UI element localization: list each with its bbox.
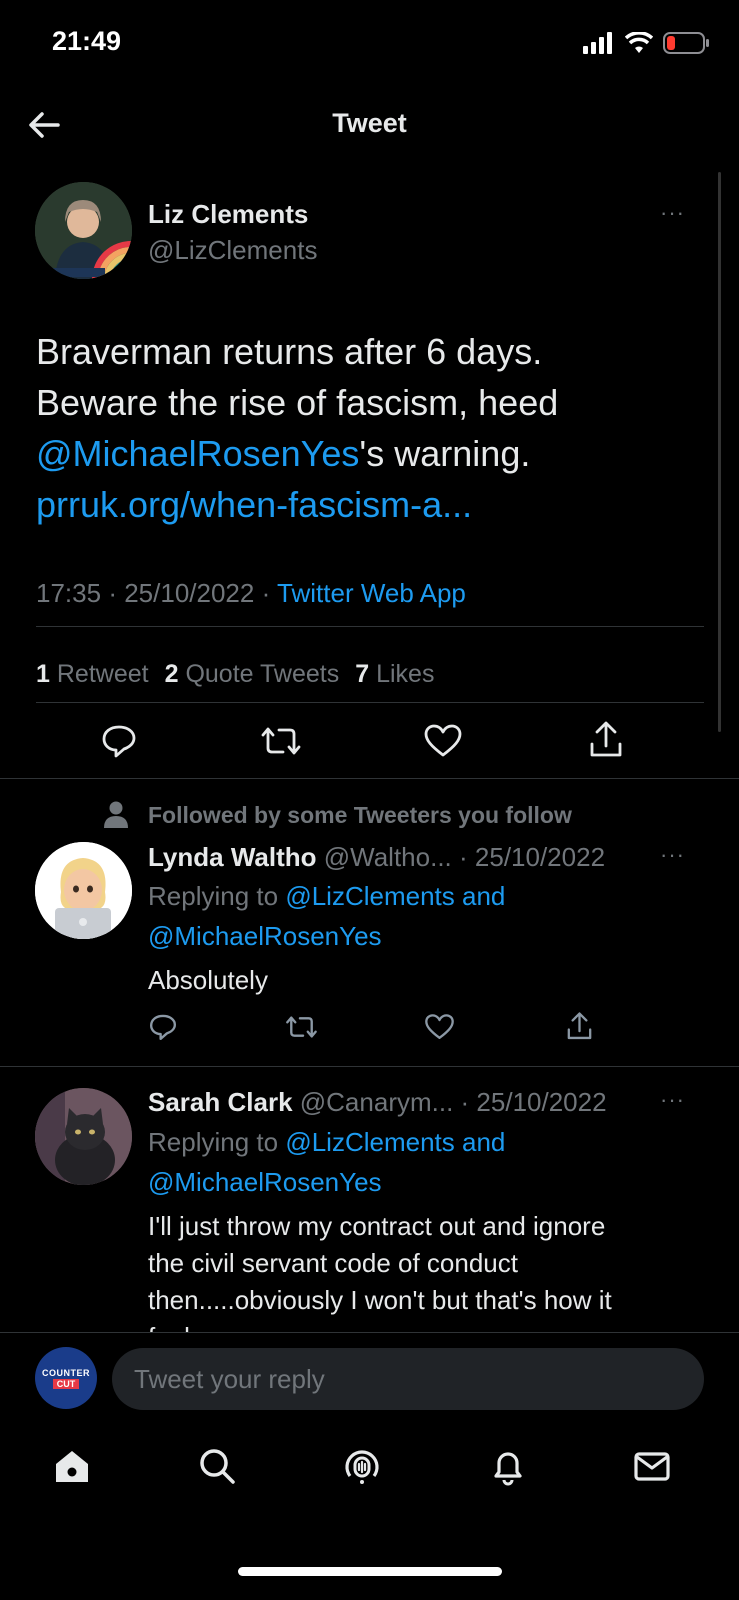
reply-date: · 25/10/2022	[459, 842, 606, 872]
divider	[36, 626, 704, 627]
social-context: Followed by some Tweeters you follow	[148, 802, 572, 828]
divider	[0, 778, 739, 779]
replying-to-line: Replying to @LizClements and	[148, 876, 505, 916]
replying-mention[interactable]: @MichaelRosenYes	[148, 1162, 505, 1202]
quote-stat[interactable]: 2 Quote Tweets	[165, 660, 340, 689]
retweet-stat[interactable]: 1 Retweet	[36, 660, 149, 689]
reply-text-line: the civil servant code of conduct	[148, 1248, 518, 1278]
reply-icon[interactable]	[100, 722, 138, 760]
replying-mention[interactable]: @LizClements and	[285, 881, 505, 911]
avatar-text: CUT	[52, 1378, 80, 1389]
replying-prefix: Replying to	[148, 1127, 279, 1157]
like-stat[interactable]: 7 Likes	[355, 660, 434, 689]
avatar-text: COUNTER	[42, 1367, 90, 1378]
more-options-icon[interactable]: ···	[660, 842, 685, 868]
scroll-indicator	[718, 172, 721, 732]
tweet-text-line: @MichaelRosenYes's warning.	[36, 428, 716, 479]
author-name[interactable]: Liz Clements	[148, 199, 308, 230]
heart-icon[interactable]	[423, 722, 463, 760]
reply-avatar[interactable]	[35, 1088, 132, 1185]
quote-count: 2	[164, 660, 179, 688]
reply-date: · 25/10/2022	[460, 1087, 607, 1117]
reply-author-name[interactable]: Lynda Waltho	[148, 842, 317, 872]
meta-separator: ·	[108, 578, 117, 608]
replying-prefix: Replying to	[148, 881, 279, 911]
replying-to-line: Replying to @LizClements and	[148, 1122, 505, 1162]
composer-avatar[interactable]: COUNTER CUT	[35, 1347, 97, 1409]
tweet-text-line: Beware the rise of fascism, heed	[36, 382, 559, 423]
reply-author-name[interactable]: Sarah Clark	[148, 1087, 293, 1117]
reply-author-handle[interactable]: @Waltho...	[324, 842, 452, 872]
meta-separator: ·	[261, 578, 271, 608]
replying-mention[interactable]: @MichaelRosenYes	[148, 916, 505, 956]
tweet-text-line: Braverman returns after 6 days.	[36, 331, 543, 372]
replying-mention[interactable]: @LizClements and	[285, 1127, 505, 1157]
reply-text: I'll just throw my contract out and igno…	[148, 1208, 708, 1332]
mention-suffix: 's warning.	[359, 433, 531, 474]
search-icon[interactable]	[197, 1446, 237, 1486]
tweet-stats: 1 Retweet 2 Quote Tweets 7 Likes	[36, 660, 434, 689]
mail-icon[interactable]	[632, 1446, 672, 1486]
tweet-source[interactable]: Twitter Web App	[277, 578, 466, 608]
bell-icon[interactable]	[488, 1446, 528, 1486]
signal-icon	[583, 32, 612, 54]
mention-link[interactable]: @MichaelRosenYes	[36, 433, 359, 474]
home-icon[interactable]	[52, 1446, 92, 1486]
reply-header: Sarah Clark @Canarym... · 25/10/2022	[148, 1087, 607, 1118]
share-icon[interactable]	[565, 1011, 594, 1042]
person-icon	[104, 801, 128, 828]
reply-text-line: I'll just throw my contract out and igno…	[148, 1211, 606, 1241]
wifi-icon	[625, 32, 653, 53]
heart-icon[interactable]	[424, 1012, 455, 1042]
tweet-date: 25/10/2022	[124, 578, 255, 608]
reply-avatar[interactable]	[35, 842, 132, 939]
tweet-time: 17:35	[36, 578, 102, 608]
reply-text-line: then.....obviously I won't but that's ho…	[148, 1285, 612, 1315]
tweet-meta: 17:35 · 25/10/2022 · Twitter Web App	[36, 578, 466, 609]
replying-to: Replying to @LizClements and @MichaelRos…	[148, 1122, 505, 1202]
battery-icon	[663, 32, 709, 54]
reply-text: Absolutely	[148, 965, 268, 995]
like-count: 7	[355, 660, 370, 688]
author-handle[interactable]: @LizClements	[148, 235, 317, 266]
author-avatar[interactable]	[35, 182, 132, 279]
quote-label: Quote Tweets	[185, 660, 340, 688]
retweet-icon[interactable]	[285, 1012, 318, 1042]
retweet-icon[interactable]	[260, 722, 302, 760]
reply-input[interactable]: Tweet your reply	[112, 1348, 704, 1410]
retweet-label: Retweet	[56, 660, 149, 688]
like-label: Likes	[376, 660, 435, 688]
reply-text-line: feels...	[148, 1319, 708, 1332]
retweet-count: 1	[36, 660, 50, 688]
home-indicator[interactable]	[238, 1567, 502, 1576]
page-title: Tweet	[332, 108, 407, 138]
status-time: 21:49	[52, 26, 122, 56]
reply-icon[interactable]	[148, 1012, 178, 1042]
status-icons	[583, 32, 709, 54]
reply-header: Lynda Waltho @Waltho... · 25/10/2022	[148, 842, 605, 873]
more-options-icon[interactable]: ···	[660, 1087, 685, 1113]
share-icon[interactable]	[587, 720, 625, 760]
divider	[0, 1066, 739, 1067]
more-options-icon[interactable]: ···	[660, 200, 685, 226]
tweet-text: Braverman returns after 6 days. Beware t…	[36, 326, 716, 530]
replying-to: Replying to @LizClements and @MichaelRos…	[148, 876, 505, 956]
divider	[36, 702, 704, 703]
reply-author-handle[interactable]: @Canarym...	[300, 1087, 454, 1117]
tweet-url-link[interactable]: prruk.org/when-fascism-a...	[36, 479, 716, 530]
spaces-icon[interactable]	[342, 1446, 382, 1486]
